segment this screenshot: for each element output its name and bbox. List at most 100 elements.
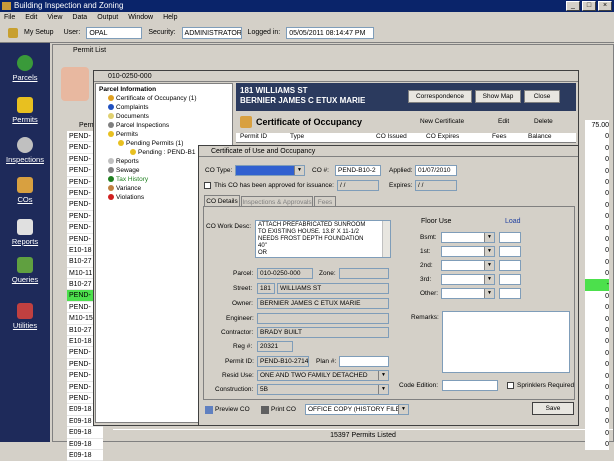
floor-select-other[interactable]	[441, 288, 495, 299]
load-field-2nd[interactable]	[499, 260, 521, 271]
menu-help[interactable]: Help	[163, 12, 177, 23]
engineer-field[interactable]	[257, 313, 389, 324]
menu-data[interactable]: Data	[72, 12, 87, 23]
load-field-3rd[interactable]	[499, 274, 521, 285]
globe-icon	[17, 55, 33, 71]
menu-view[interactable]: View	[47, 12, 62, 23]
tree-certificate-of-occupancy[interactable]: Certificate of Occupancy (1)	[108, 95, 197, 102]
co-type-select[interactable]	[235, 165, 305, 176]
work-desc-line: OR	[258, 250, 267, 256]
show-map-button[interactable]: Show Map	[475, 90, 521, 103]
table-row[interactable]: E09-18	[67, 427, 103, 439]
preview-co-button[interactable]: Preview CO	[215, 406, 250, 413]
balance-cell: 0	[585, 359, 609, 371]
tree-sewage[interactable]: Sewage	[108, 167, 140, 174]
magnifier-icon	[108, 122, 114, 129]
menu-file[interactable]: File	[4, 12, 15, 23]
print-option-select[interactable]: OFFICE COPY (HISTORY FILE)	[305, 404, 409, 415]
my-setup-icon[interactable]	[8, 27, 18, 38]
approved-date-field[interactable]: / /	[337, 180, 379, 191]
floor-select-3rd[interactable]	[441, 274, 495, 285]
app-title: Building Inspection and Zoning	[14, 1, 124, 10]
app-icon	[2, 2, 11, 10]
tree-label: Parcel Inspections	[116, 122, 170, 129]
folder-icon	[108, 113, 114, 120]
new-certificate-button[interactable]: New Certificate	[420, 112, 464, 132]
sidebar-item-inspections[interactable]: Inspections	[0, 137, 50, 164]
delete-button[interactable]: Delete	[534, 112, 553, 132]
balance-cell: 0	[585, 313, 609, 326]
tree-pending-permits[interactable]: Pending Permits (1)	[118, 140, 183, 147]
my-setup-button[interactable]: My Setup	[24, 29, 54, 36]
menu-window[interactable]: Window	[128, 12, 153, 23]
tree-parcel-inspections[interactable]: Parcel Inspections	[108, 122, 169, 129]
table-row[interactable]: E09-18	[67, 438, 103, 450]
street-number-field[interactable]: 181	[257, 283, 275, 294]
sprinklers-checkbox[interactable]	[507, 382, 514, 389]
code-edition-field[interactable]	[442, 380, 498, 391]
resid-use-select[interactable]: ONE AND TWO FAMILY DETACHED	[257, 370, 389, 381]
sidebar-item-reports[interactable]: Reports	[0, 219, 50, 246]
floor-select-2nd[interactable]	[441, 260, 495, 271]
owner-field[interactable]: BERNIER JAMES C ETUX MARIE	[257, 298, 389, 309]
reg-field[interactable]: 20321	[257, 341, 293, 352]
work-desc-line: ATTACH PREFABRICATED SUNROOM	[258, 222, 366, 228]
tree-variance[interactable]: Variance	[108, 185, 141, 192]
tree-complaints[interactable]: Complaints	[108, 104, 149, 111]
zone-field[interactable]	[339, 268, 389, 279]
save-button[interactable]: Save	[532, 402, 574, 415]
plan-field[interactable]	[339, 356, 389, 367]
close-button[interactable]: ×	[598, 1, 612, 11]
close-parcel-button[interactable]: Close	[524, 90, 560, 103]
report-icon	[108, 158, 114, 165]
load-field-bsmt[interactable]	[499, 232, 521, 243]
logged-in-label: Logged in:	[247, 29, 281, 36]
edit-button[interactable]: Edit	[498, 112, 509, 132]
co-number-field[interactable]: PEND-B10-2	[335, 165, 381, 176]
tab-co-details[interactable]: CO Details	[204, 195, 240, 206]
contractor-field[interactable]: BRADY BUILT	[257, 327, 389, 338]
balance-cell: 0	[585, 370, 609, 382]
load-field-other[interactable]	[499, 288, 521, 299]
expires-field[interactable]: / /	[415, 180, 457, 191]
balance-cell: 0	[585, 188, 609, 200]
applied-field[interactable]: 01/07/2010	[415, 165, 457, 176]
tree-label: Violations	[116, 194, 145, 201]
work-desc-textarea[interactable]: ATTACH PREFABRICATED SUNROOM TO EXISTING…	[255, 220, 391, 258]
tree-parcel-information[interactable]: Parcel Information	[99, 86, 156, 93]
owner-name: BERNIER JAMES C ETUX MARIE	[240, 96, 366, 105]
permit-id-field[interactable]: PEND-B10-2714	[257, 356, 309, 367]
tree-reports[interactable]: Reports	[108, 158, 139, 165]
parcel-field[interactable]: 010-0250-000	[257, 268, 313, 279]
sidebar-item-cos[interactable]: COs	[0, 177, 50, 204]
sidebar-item-parcels[interactable]: Parcels	[0, 55, 50, 82]
maximize-button[interactable]: □	[582, 1, 596, 11]
construction-select[interactable]: 5B	[257, 384, 389, 395]
sidebar-item-queries[interactable]: Queries	[0, 257, 50, 284]
correspondence-button[interactable]: Correspondence	[408, 90, 472, 103]
balance-cell: 0	[585, 268, 609, 280]
street-field[interactable]: WILLIAMS ST	[277, 283, 389, 294]
scrollbar[interactable]	[382, 221, 390, 257]
floor-select-bsmt[interactable]	[441, 232, 495, 243]
load-field-1st[interactable]	[499, 246, 521, 257]
tree-permits[interactable]: Permits	[108, 131, 138, 138]
menu-output[interactable]: Output	[97, 12, 118, 23]
tree-pending-item[interactable]: Pending : PEND-B1	[130, 149, 195, 156]
floor-select-1st[interactable]	[441, 246, 495, 257]
tree-documents[interactable]: Documents	[108, 113, 149, 120]
status-bar: 15397 Permits Listed	[113, 429, 613, 441]
table-row[interactable]: E09-18	[67, 449, 103, 461]
tree-violations[interactable]: Violations	[108, 194, 144, 201]
minimize-button[interactable]: _	[566, 1, 580, 11]
balance-cell: 0	[585, 416, 609, 428]
print-co-button[interactable]: Print CO	[271, 406, 296, 413]
tree-label: Pending : PEND-B1	[138, 149, 196, 156]
sidebar-item-utilities[interactable]: Utilities	[0, 303, 50, 330]
approved-checkbox[interactable]	[204, 182, 211, 189]
remarks-textarea[interactable]	[442, 311, 570, 373]
contractor-label: Contractor:	[221, 329, 254, 336]
tree-tax-history[interactable]: Tax History	[108, 176, 148, 183]
menu-edit[interactable]: Edit	[25, 12, 37, 23]
sidebar-item-permits[interactable]: Permits	[0, 97, 50, 124]
